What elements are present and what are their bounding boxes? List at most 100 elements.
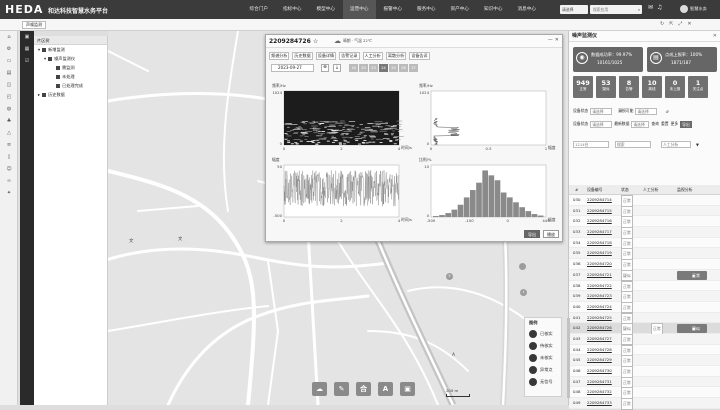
leak-select[interactable]: 请选择 — [635, 107, 658, 115]
analysis-mark-button[interactable]: ◉ 疑似 — [677, 324, 707, 334]
device-id-link[interactable]: 2209284719 — [587, 248, 612, 258]
device-id-link[interactable]: 2209284730 — [587, 366, 612, 376]
device-id-link[interactable]: 2209284729 — [587, 355, 612, 365]
expand-icon[interactable]: ⤢ — [678, 21, 682, 27]
tree-node[interactable]: ▾ 新增监测 — [34, 45, 107, 54]
play-button[interactable]: 播放 — [543, 230, 559, 238]
table-row[interactable]: 031 2209284715 正常 — [569, 205, 720, 218]
table-row[interactable]: 047 2209284731 正常 — [569, 376, 720, 389]
filter-icon[interactable]: ☑ — [20, 55, 34, 67]
share-icon[interactable]: ⇱ — [669, 21, 673, 27]
map-marker[interactable]: 1 — [520, 289, 527, 296]
tree-node[interactable]: 已处理完成 — [34, 81, 107, 90]
checkbox[interactable] — [56, 75, 60, 79]
latest-select[interactable]: 请选择 — [631, 120, 650, 128]
list-icon[interactable]: ≡ — [0, 139, 18, 151]
device-id-link[interactable]: 2209284724 — [587, 302, 612, 312]
tree-icon[interactable]: ♣ — [0, 115, 18, 127]
nav-item[interactable]: 报警中心 — [376, 0, 410, 19]
export-button[interactable]: 导出 — [524, 230, 540, 238]
valve-icon[interactable]: ◰ — [0, 91, 18, 103]
nav-item[interactable]: 消息中心 — [510, 0, 544, 19]
stat-card[interactable]: 1 关注点 — [688, 76, 708, 98]
funnel-icon[interactable]: ▼ — [696, 142, 699, 147]
table-row[interactable]: 033 2209284717 正常 — [569, 227, 720, 239]
device-id-link[interactable]: 2209284733 — [587, 398, 612, 408]
settings-icon[interactable]: ✦ — [0, 187, 18, 199]
device-id-link[interactable]: 2209284715 — [587, 206, 612, 216]
table-row[interactable]: 044 2209284728 正常 — [569, 344, 720, 357]
reset-button[interactable]: 重置 — [661, 121, 669, 127]
table-row[interactable]: 041 2209284725 正常 — [569, 312, 720, 325]
gear-icon[interactable]: ⚙ — [0, 43, 18, 55]
doc-icon[interactable]: ▯ — [0, 151, 18, 163]
nav-item[interactable]: 模型中心 — [309, 0, 343, 19]
stat-card[interactable]: 10 离线 — [642, 76, 662, 98]
measure-tool-button[interactable]: ✎ — [334, 382, 349, 396]
table-row[interactable]: 039 2209284723 正常 — [569, 291, 720, 303]
status-select-2[interactable]: 请选择 — [590, 120, 613, 128]
device-id-link[interactable]: 2209284731 — [587, 377, 612, 387]
stat-card[interactable]: 8 告警 — [619, 76, 639, 98]
table-row[interactable]: 046 2209284730 正常 — [569, 366, 720, 378]
device-id-link[interactable]: 2209284716 — [587, 216, 612, 226]
table-icon[interactable]: ▦ — [20, 43, 34, 55]
checkbox[interactable] — [56, 84, 60, 88]
close-icon[interactable]: ✕ — [687, 21, 691, 27]
map-marker[interactable] — [519, 263, 526, 270]
user-icon[interactable]: ☺ — [0, 163, 18, 175]
table-row[interactable]: 030 2209284714 正常 — [569, 195, 720, 207]
device-id-link[interactable]: 2209284717 — [587, 227, 612, 237]
status-select[interactable]: 请选择 — [590, 107, 613, 115]
device-id-link[interactable]: 2209284723 — [587, 291, 612, 301]
close-icon[interactable]: ✕ — [713, 31, 717, 42]
checkbox[interactable] — [42, 48, 47, 52]
device-id-link[interactable]: 2209284726 — [587, 323, 612, 333]
global-search-input[interactable]: 搜索应用 ⌕ — [590, 5, 642, 14]
nav-item[interactable]: 知识中心 — [477, 0, 511, 19]
stat-card[interactable]: 0 未上报 — [665, 76, 685, 98]
device-id-link[interactable]: 2209284722 — [587, 281, 612, 291]
table-row[interactable]: 049 2209284733 正常 — [569, 398, 720, 410]
panel-resize-handle[interactable] — [567, 318, 570, 398]
count-select[interactable]: 1214台 — [573, 140, 609, 148]
tree-node[interactable]: ▸ 历史数据 — [34, 90, 107, 99]
monitor-icon[interactable]: ▭ — [0, 55, 18, 67]
org-select[interactable]: 请选择 — [560, 5, 588, 14]
merge-tool-button[interactable]: 合 — [356, 382, 371, 396]
nav-item[interactable]: 资产中心 — [443, 0, 477, 19]
table-row[interactable]: 048 2209284732 正常 — [569, 387, 720, 399]
table-row[interactable]: 038 2209284722 正常 — [569, 280, 720, 292]
link-icon[interactable]: ∞ — [0, 175, 18, 187]
analysis-select[interactable]: 人工分析 — [661, 140, 691, 148]
table-row[interactable]: 036 2209284720 正常 — [569, 259, 720, 271]
table-row[interactable]: 043 2209284727 正常 — [569, 333, 720, 346]
expand-toggle-icon[interactable]: ▾ — [38, 47, 40, 52]
device-id-link[interactable]: 2209284725 — [587, 313, 612, 323]
table-row[interactable]: 032 2209284716 正常 — [569, 216, 720, 228]
device-id-link[interactable]: 2209284732 — [587, 387, 612, 397]
table-row[interactable]: 045 2209284729 正常 — [569, 355, 720, 367]
device-id-link[interactable]: 2209284714 — [587, 195, 612, 205]
expand-toggle-icon[interactable]: ▸ — [38, 92, 40, 97]
home-icon[interactable]: ⌂ — [0, 31, 18, 43]
analysis-mark-button[interactable]: ◉ 正常 — [677, 270, 707, 280]
stat-card[interactable]: 949 正常 — [573, 76, 593, 98]
refresh-icon[interactable]: ↻ — [660, 21, 664, 27]
more-button[interactable]: 更多 — [671, 121, 679, 127]
table-row[interactable]: 037 2209284721 疑似 ◉ 正常 — [569, 269, 720, 282]
checkbox[interactable] — [48, 57, 53, 61]
layers-icon[interactable]: ▣ — [20, 31, 34, 43]
export-list-button[interactable]: 导出 — [680, 120, 692, 128]
checkbox[interactable] — [42, 93, 47, 97]
save-tool-button[interactable]: ▣ — [400, 382, 415, 396]
table-row[interactable]: 035 2209284719 正常 — [569, 248, 720, 260]
message-icon[interactable]: ✉ — [648, 4, 653, 11]
alert-icon[interactable]: △ — [0, 127, 18, 139]
device-id-link[interactable]: 2209284728 — [587, 345, 612, 355]
device-id-link[interactable]: 2209284727 — [587, 334, 612, 344]
table-row[interactable]: 042 2209284726 疑似 正常 ◉ 疑似 — [569, 323, 720, 335]
expand-toggle-icon[interactable]: ▾ — [44, 56, 46, 61]
device-id-link[interactable]: 2209284720 — [587, 259, 612, 269]
tree-node[interactable]: 需监测 — [34, 63, 107, 72]
